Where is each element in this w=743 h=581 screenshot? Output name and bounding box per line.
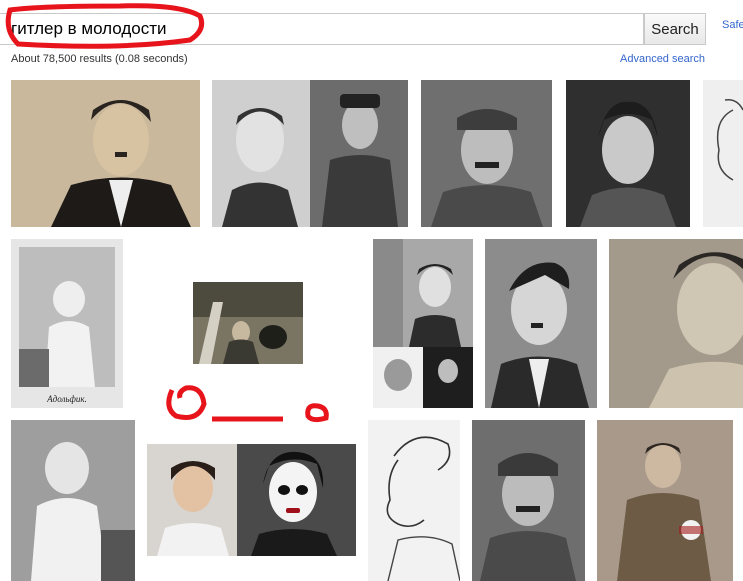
- image-thumbnail[interactable]: [485, 239, 597, 408]
- outdoor-photo-icon: [193, 282, 303, 364]
- sketch-drawing-icon: [368, 420, 460, 581]
- image-thumbnail[interactable]: Адольфик.: [11, 239, 123, 408]
- safe-search-link[interactable]: Safe: [722, 19, 743, 31]
- search-query-text[interactable]: гитлер в молодости: [11, 19, 167, 39]
- search-button[interactable]: Search: [644, 13, 706, 45]
- eye-annotation-left: [166, 385, 207, 420]
- image-thumbnail[interactable]: [373, 239, 473, 408]
- result-stats: About 78,500 results (0.08 seconds): [11, 53, 188, 65]
- portrait-photo-icon: [597, 420, 733, 581]
- image-thumbnail[interactable]: [703, 80, 743, 227]
- image-thumbnail[interactable]: [212, 80, 408, 227]
- image-thumbnail[interactable]: [566, 80, 690, 227]
- image-thumbnail[interactable]: [472, 420, 585, 581]
- portrait-photo-icon: [212, 80, 408, 227]
- thumbnail-caption: Адольфик.: [47, 394, 87, 404]
- baby-photo-icon: [11, 239, 123, 408]
- image-thumbnail[interactable]: [11, 80, 200, 227]
- image-thumbnail[interactable]: [609, 239, 743, 408]
- portrait-photo-icon: [11, 80, 200, 227]
- portrait-photo-icon: [472, 420, 585, 581]
- image-thumbnail[interactable]: [193, 282, 303, 364]
- portrait-photo-icon: [609, 239, 743, 408]
- baby-photo-icon: [11, 420, 135, 581]
- image-thumbnail[interactable]: [147, 444, 356, 556]
- image-thumbnail[interactable]: [597, 420, 733, 581]
- advanced-search-link[interactable]: Advanced search: [620, 53, 705, 65]
- eye-annotation-right: [305, 403, 329, 423]
- image-thumbnail[interactable]: [421, 80, 552, 227]
- portrait-photo-icon: [485, 239, 597, 408]
- portrait-photo-icon: [566, 80, 690, 227]
- image-thumbnail[interactable]: [11, 420, 135, 581]
- collage-photo-icon: [373, 239, 473, 408]
- portrait-photo-icon: [421, 80, 552, 227]
- image-thumbnail[interactable]: [368, 420, 460, 581]
- sketch-drawing-icon: [703, 80, 743, 227]
- comparison-photo-icon: [147, 444, 356, 556]
